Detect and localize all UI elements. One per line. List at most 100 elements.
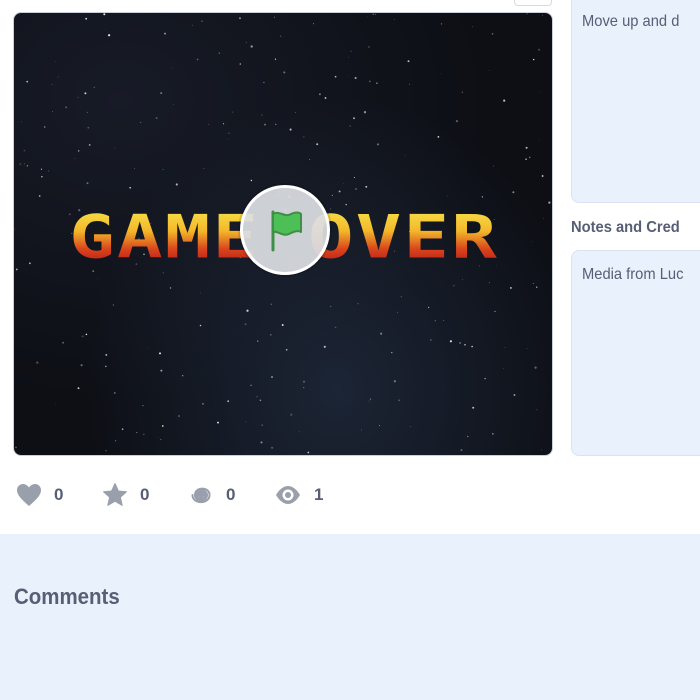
star: [355, 187, 358, 191]
star: [261, 114, 263, 116]
star: [196, 58, 199, 61]
star: [271, 446, 274, 449]
remix-stat[interactable]: 0: [188, 480, 235, 510]
star: [504, 347, 506, 348]
star: [129, 186, 132, 189]
star: [285, 349, 288, 351]
star: [260, 441, 263, 444]
star: [492, 433, 494, 435]
star: [245, 42, 247, 44]
star: [164, 32, 166, 35]
star: [86, 182, 89, 185]
star: [370, 398, 372, 400]
star: [85, 17, 88, 20]
star: [343, 183, 344, 184]
green-flag-button[interactable]: [240, 185, 330, 275]
star: [538, 139, 540, 141]
star: [271, 376, 273, 378]
star: [158, 352, 162, 355]
star: [157, 437, 159, 438]
favorite-stat[interactable]: 0: [102, 480, 149, 510]
star: [263, 81, 265, 84]
star: [175, 183, 178, 186]
star: [394, 19, 395, 20]
star: [295, 111, 296, 113]
project-stage[interactable]: GAME OVER: [13, 12, 553, 456]
star: [105, 449, 107, 452]
star: [512, 191, 515, 194]
star: [108, 34, 111, 37]
star: [218, 52, 221, 54]
star: [160, 92, 163, 95]
top-button[interactable]: [514, 0, 552, 6]
star: [539, 91, 541, 93]
star: [78, 150, 80, 152]
star: [104, 29, 106, 30]
notes-panel: Media from Luc: [571, 250, 700, 456]
star: [353, 117, 355, 120]
star: [54, 61, 56, 63]
star: [513, 394, 516, 396]
star: [160, 438, 162, 441]
star: [367, 16, 368, 17]
star: [261, 424, 264, 426]
star: [368, 80, 371, 83]
star: [162, 272, 164, 274]
star: [105, 365, 107, 368]
notes-text: Media from Luc: [582, 266, 684, 283]
star: [316, 143, 319, 146]
star: [348, 56, 349, 58]
star: [372, 13, 374, 15]
star: [532, 282, 534, 285]
star: [245, 421, 247, 423]
star: [281, 324, 284, 326]
star: [391, 351, 393, 354]
star: [239, 17, 241, 19]
star: [270, 334, 272, 336]
star: [15, 268, 18, 271]
star: [430, 339, 432, 341]
star: [323, 345, 326, 348]
star: [77, 96, 79, 98]
star: [41, 176, 43, 178]
star: [48, 170, 50, 172]
star: [136, 431, 138, 434]
eye-icon: [276, 486, 300, 504]
star: [203, 168, 205, 169]
star: [257, 340, 259, 342]
star: [472, 26, 474, 28]
star: [354, 76, 357, 80]
star: [459, 342, 461, 344]
notes-heading: Notes and Cred: [571, 219, 680, 236]
star: [80, 364, 83, 367]
star: [280, 35, 282, 37]
star: [409, 83, 411, 85]
star: [434, 320, 436, 322]
star: [134, 168, 135, 169]
love-stat[interactable]: 0: [16, 480, 63, 510]
star: [161, 425, 164, 427]
star: [274, 16, 275, 18]
star: [461, 91, 463, 93]
star: [26, 165, 29, 167]
star: [228, 138, 229, 140]
star: [20, 121, 22, 123]
star: [324, 97, 327, 99]
star: [24, 163, 25, 165]
star: [380, 332, 383, 335]
star: [509, 286, 512, 289]
star: [376, 82, 378, 84]
star: [398, 399, 400, 401]
star: [87, 126, 90, 129]
favorite-count: 0: [140, 485, 150, 504]
love-count: 0: [54, 485, 64, 504]
star: [244, 323, 247, 326]
star: [363, 111, 367, 114]
star: [538, 48, 541, 51]
star: [246, 309, 249, 312]
star: [93, 86, 95, 88]
star: [217, 421, 219, 424]
star: [162, 169, 164, 171]
star: [228, 132, 230, 135]
star: [503, 368, 504, 369]
